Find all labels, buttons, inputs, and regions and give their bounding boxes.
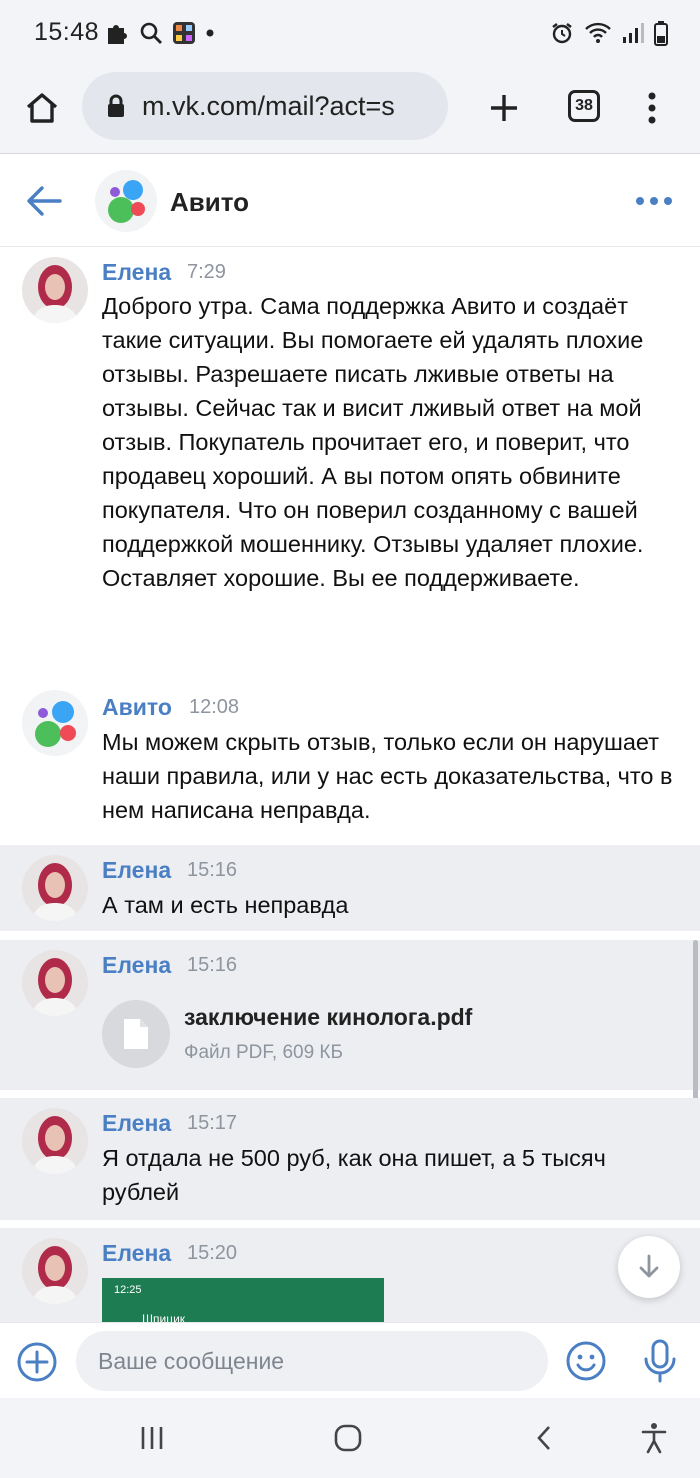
user-photo-icon (22, 855, 88, 921)
message-author[interactable]: Елена (102, 952, 171, 979)
avito-logo-icon (108, 180, 145, 223)
browser-toolbar: m.vk.com/mail?act=s 38 (0, 68, 700, 154)
home-button[interactable] (20, 86, 64, 130)
recent-apps-icon (141, 1427, 163, 1449)
voice-message-button[interactable] (640, 1337, 680, 1385)
message-text: Мы можем скрыть отзыв, только если он на… (102, 729, 673, 823)
message-time: 7:29 (187, 261, 226, 283)
arrow-left-icon (27, 186, 62, 216)
search-icon (140, 22, 162, 44)
system-nav-bar (0, 1398, 700, 1478)
status-icons-right (550, 20, 668, 46)
chat-header: Авито (0, 155, 700, 247)
screenshot-time: 12:25 (114, 1284, 142, 1296)
plus-circle-icon (17, 1342, 57, 1382)
avatar[interactable] (22, 257, 88, 323)
recent-apps-button[interactable] (132, 1418, 172, 1458)
more-vertical-icon (648, 92, 656, 124)
accessibility-button[interactable] (634, 1418, 674, 1458)
chat-title: Авито (170, 187, 250, 217)
address-bar[interactable]: m.vk.com/mail?act=s (82, 72, 448, 140)
home-icon (26, 93, 58, 123)
avito-logo-icon (35, 701, 76, 747)
wifi-icon (585, 22, 611, 43)
message-composer (0, 1322, 700, 1398)
home-circle-icon (334, 1424, 362, 1452)
plus-icon (491, 95, 517, 121)
scrollbar[interactable] (693, 940, 698, 1100)
signal-icon (623, 23, 644, 43)
user-photo-icon (22, 257, 88, 323)
alarm-icon (552, 23, 572, 44)
message-time: 15:16 (187, 859, 238, 881)
microphone-icon (644, 1339, 676, 1383)
chat-avatar[interactable] (95, 170, 157, 232)
message-item[interactable]: Елена 15:16 заключение кинолога.pdf Файл… (0, 940, 700, 1090)
message-time: 12:08 (189, 696, 240, 718)
chat-more-button[interactable] (634, 191, 674, 211)
message-text: Я отдала не 500 руб, как она пишет, а 5 … (102, 1145, 606, 1205)
message-item[interactable]: Елена 15:17 Я отдала не 500 руб, как она… (0, 1098, 700, 1220)
dot-icon (206, 29, 214, 37)
lock-icon (104, 93, 128, 119)
message-item[interactable]: Елена 15:16 А там и есть неправда (0, 845, 700, 931)
emoji-button[interactable] (564, 1339, 608, 1383)
smile-icon (566, 1341, 606, 1381)
message-time: 15:20 (187, 1242, 238, 1264)
avatar[interactable] (22, 855, 88, 921)
user-photo-icon (22, 950, 88, 1016)
vk-chat-page: 15:48 m.vk.com/mail?act=s 38 Авито Елена… (0, 0, 700, 1478)
message-author[interactable]: Елена (102, 857, 171, 884)
status-icons-left (104, 20, 215, 46)
attach-button[interactable] (16, 1341, 58, 1383)
message-text: Доброго утра. Сама поддержка Авито и соз… (102, 293, 644, 591)
message-author[interactable]: Авито (102, 694, 172, 721)
home-nav-button[interactable] (328, 1418, 368, 1458)
puzzle-icon (108, 25, 127, 44)
battery-icon (654, 21, 668, 46)
message-item[interactable]: Авито 12:08 Мы можем скрыть отзыв, тольк… (0, 684, 700, 840)
tabs-button[interactable]: 38 (568, 90, 600, 122)
back-button[interactable] (26, 185, 62, 217)
message-text: А там и есть неправда (102, 892, 349, 918)
document-attachment[interactable] (102, 1000, 170, 1068)
avatar[interactable] (22, 690, 88, 756)
message-item[interactable]: Елена 7:29 Доброго утра. Сама поддержка … (0, 247, 700, 677)
attachment-name[interactable]: заключение кинолога.pdf (184, 1004, 472, 1031)
message-time: 15:16 (187, 954, 238, 976)
arrow-down-icon (639, 1254, 659, 1278)
avatar[interactable] (22, 1108, 88, 1174)
user-photo-icon (22, 1108, 88, 1174)
status-bar: 15:48 (0, 0, 700, 68)
browser-menu-button[interactable] (640, 88, 664, 128)
url-text: m.vk.com/mail?act=s (142, 90, 395, 121)
message-author[interactable]: Елена (102, 1110, 171, 1137)
scroll-down-button[interactable] (618, 1236, 680, 1298)
document-icon (124, 1019, 148, 1049)
app-grid-icon (173, 22, 195, 44)
message-item[interactable]: Елена 15:20 12:25 Шпицик (0, 1228, 700, 1326)
message-input[interactable] (76, 1331, 548, 1391)
accessibility-icon (641, 1423, 667, 1454)
message-author[interactable]: Елена (102, 259, 171, 286)
message-time: 15:17 (187, 1112, 238, 1134)
chevron-left-icon (537, 1426, 550, 1450)
avatar[interactable] (22, 950, 88, 1016)
user-photo-icon (22, 1238, 88, 1304)
attachment-meta: Файл PDF, 609 КБ (184, 1042, 343, 1063)
new-tab-button[interactable] (484, 88, 524, 128)
more-horizontal-icon (636, 197, 672, 205)
avatar[interactable] (22, 1238, 88, 1304)
back-nav-button[interactable] (524, 1418, 564, 1458)
image-attachment[interactable]: 12:25 Шпицик (102, 1278, 384, 1326)
message-author[interactable]: Елена (102, 1240, 171, 1267)
status-time: 15:48 (34, 18, 100, 46)
